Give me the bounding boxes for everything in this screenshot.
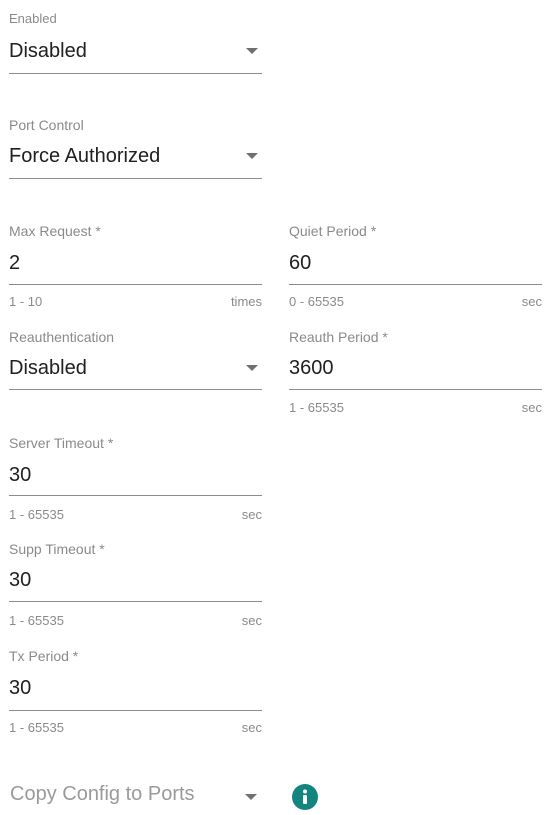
tx-period-value: 30 <box>9 677 32 699</box>
max-request-underline <box>9 284 262 285</box>
max-request-hint: 1 - 10 <box>9 294 43 309</box>
server-timeout-field[interactable]: Server Timeout * 30 1 - 65535 sec <box>9 432 262 522</box>
port-control-value: Force Authorized <box>9 145 161 167</box>
tx-period-underline <box>9 710 262 711</box>
max-request-value: 2 <box>9 252 21 274</box>
server-timeout-unit: sec <box>241 507 262 522</box>
quiet-period-value: 60 <box>289 252 312 274</box>
quiet-period-field[interactable]: Quiet Period * 60 0 - 65535 sec <box>289 220 542 310</box>
reauthentication-label: Reauthentication <box>9 329 115 345</box>
supp-timeout-unit: sec <box>241 613 262 628</box>
chevron-down-icon <box>246 365 258 371</box>
tx-period-label: Tx Period * <box>9 648 79 664</box>
enabled-underline <box>9 73 262 74</box>
port-control-select[interactable]: Port Control Force Authorized <box>9 114 262 180</box>
reauth-period-underline <box>289 389 542 390</box>
reauth-period-unit: sec <box>521 400 542 415</box>
server-timeout-underline <box>9 495 262 496</box>
quiet-period-unit: sec <box>521 294 542 309</box>
server-timeout-label: Server Timeout * <box>9 435 114 451</box>
reauth-period-hint: 1 - 65535 <box>289 400 344 415</box>
max-request-label: Max Request * <box>9 223 101 239</box>
supp-timeout-label: Supp Timeout * <box>9 541 105 557</box>
reauth-period-label: Reauth Period * <box>289 329 388 345</box>
tx-period-unit: sec <box>241 720 262 735</box>
reauth-period-value: 3600 <box>289 357 334 379</box>
copy-config-label: Copy Config to Ports <box>10 783 195 805</box>
info-icon[interactable] <box>292 784 318 810</box>
chevron-down-icon <box>245 794 257 800</box>
port-control-label: Port Control <box>9 117 84 133</box>
reauth-period-field[interactable]: Reauth Period * 3600 1 - 65535 sec <box>289 326 542 416</box>
tx-period-field[interactable]: Tx Period * 30 1 - 65535 sec <box>9 645 262 735</box>
max-request-unit: times <box>230 294 262 309</box>
enabled-select[interactable]: Enabled Disabled <box>9 8 262 74</box>
chevron-down-icon <box>246 48 258 54</box>
enabled-label: Enabled <box>9 11 57 26</box>
enabled-value: Disabled <box>9 40 87 62</box>
reauthentication-select[interactable]: Reauthentication Disabled <box>9 326 262 392</box>
supp-timeout-field[interactable]: Supp Timeout * 30 1 - 65535 sec <box>9 538 262 628</box>
quiet-period-underline <box>289 284 542 285</box>
supp-timeout-value: 30 <box>9 569 32 591</box>
quiet-period-label: Quiet Period * <box>289 223 377 239</box>
reauthentication-value: Disabled <box>9 357 87 379</box>
quiet-period-hint: 0 - 65535 <box>289 294 344 309</box>
supp-timeout-hint: 1 - 65535 <box>9 613 64 628</box>
server-timeout-hint: 1 - 65535 <box>9 507 64 522</box>
port-control-underline <box>9 178 262 179</box>
chevron-down-icon <box>246 153 258 159</box>
reauthentication-underline <box>9 389 262 390</box>
supp-timeout-underline <box>9 601 262 602</box>
max-request-field[interactable]: Max Request * 2 1 - 10 times <box>9 220 262 310</box>
server-timeout-value: 30 <box>9 464 32 486</box>
tx-period-hint: 1 - 65535 <box>9 720 64 735</box>
